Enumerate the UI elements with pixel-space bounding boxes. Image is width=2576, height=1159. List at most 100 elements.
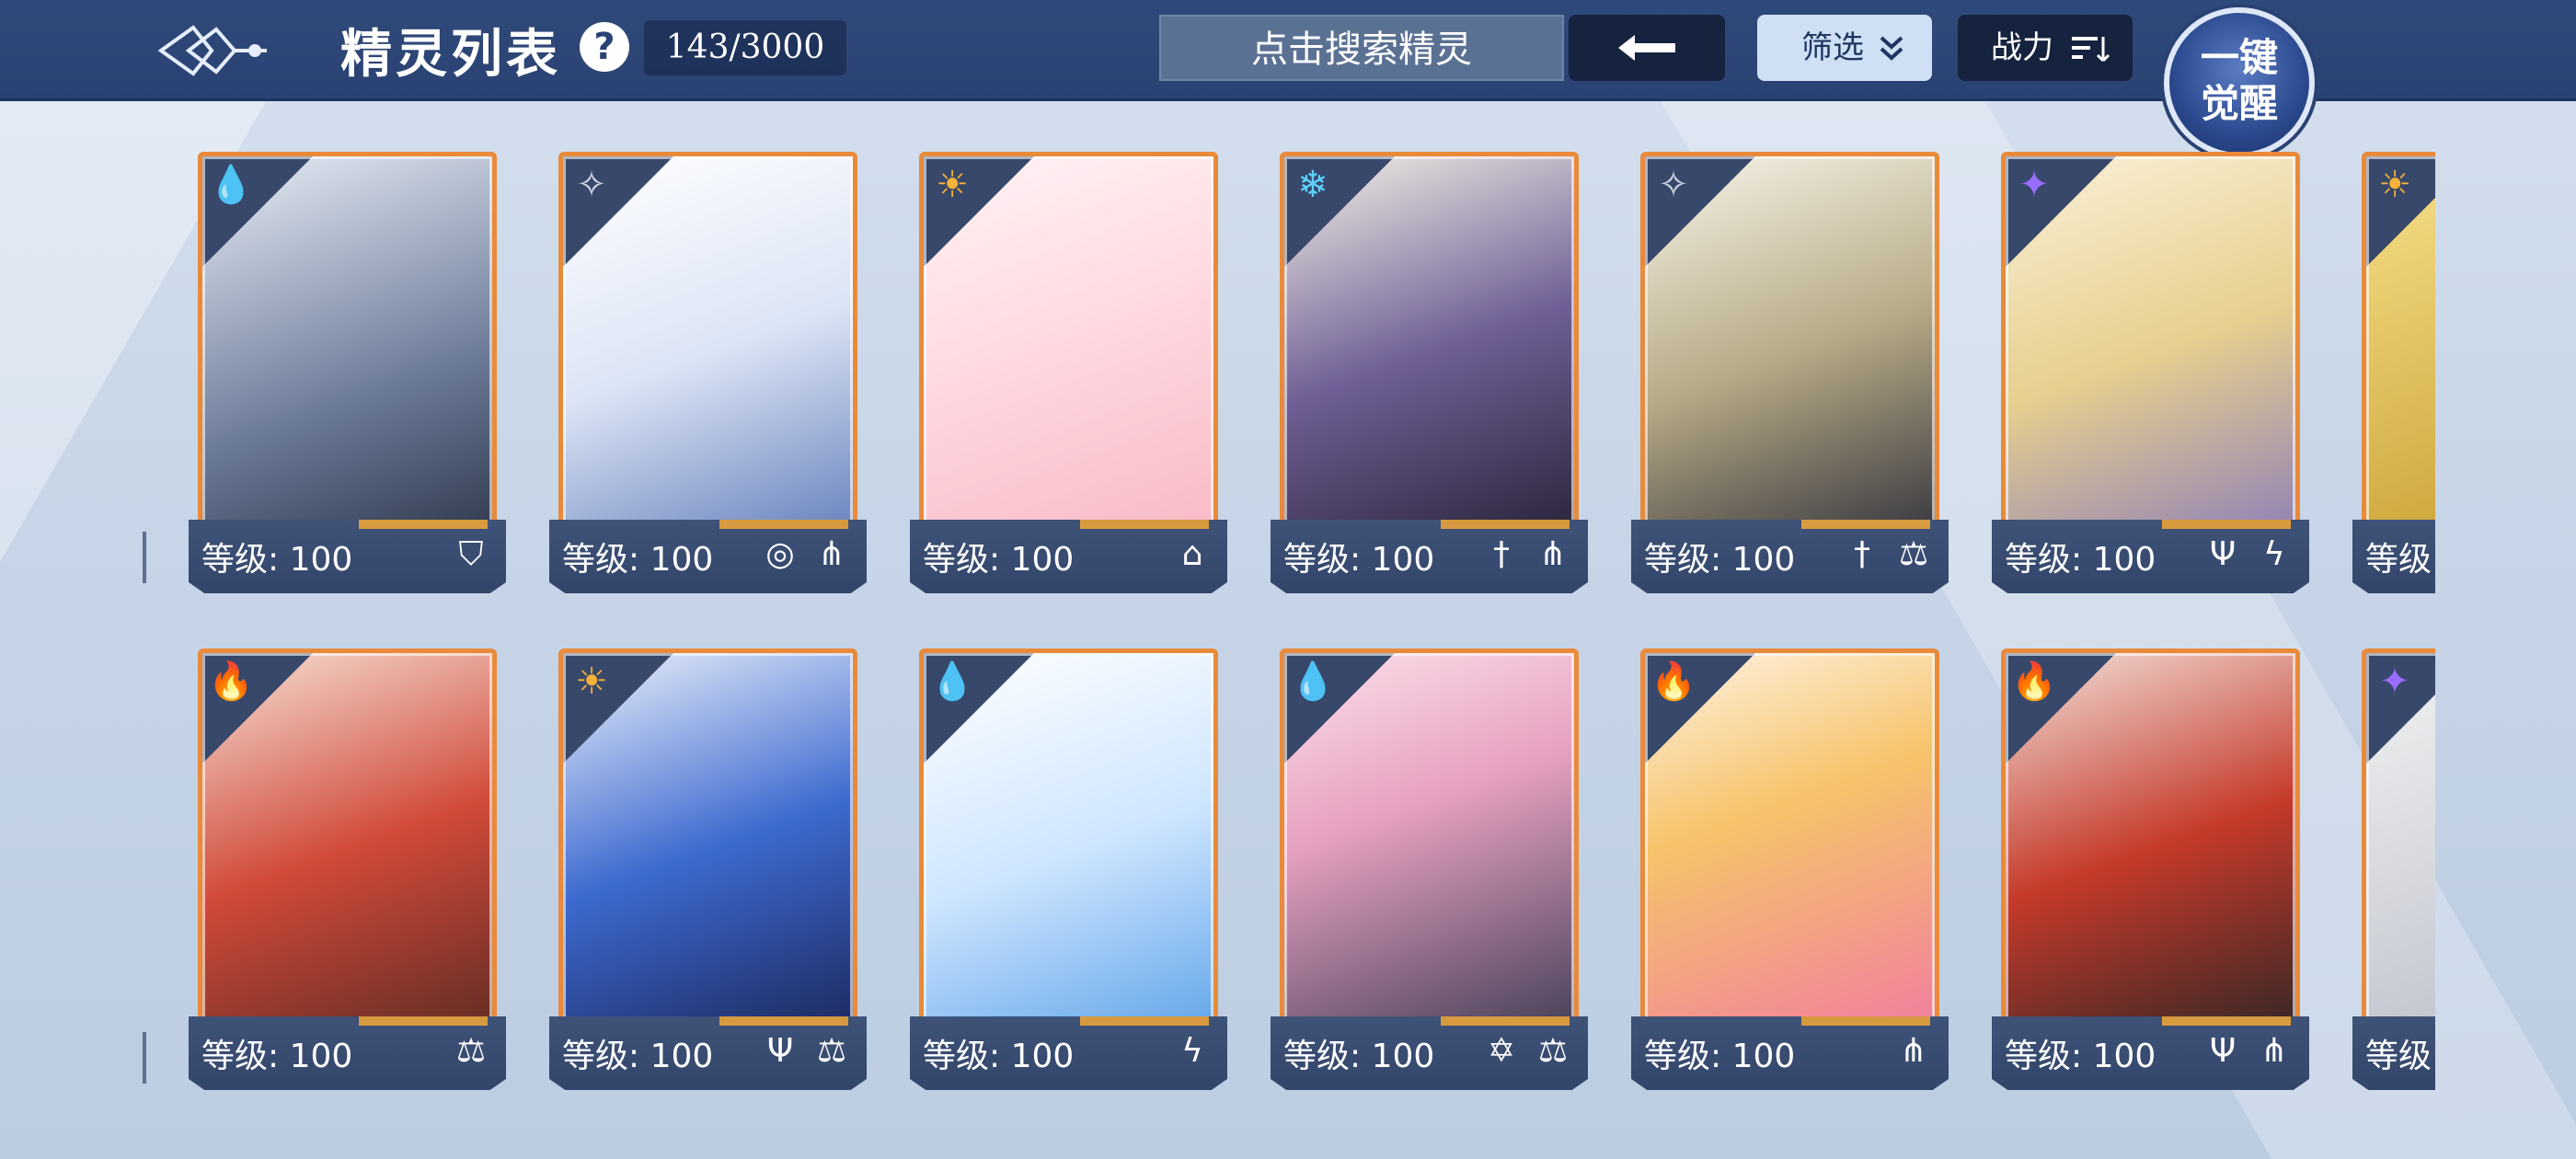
element-corner (1645, 653, 1755, 763)
claw-icon: ⋔ (2260, 1032, 2289, 1070)
element-corner (2366, 653, 2435, 763)
element-corner (2006, 156, 2116, 267)
skill-icons: ✡ ⚖ (1479, 1029, 1575, 1073)
spirit-card[interactable]: ☀ 等级: 100 ⌂ (910, 152, 1227, 602)
element-corner (1284, 653, 1395, 763)
element-corner (202, 653, 313, 763)
spirit-card[interactable]: ✦ 等级: 100 Ψϟ (1992, 152, 2309, 602)
spirit-portrait: ❄ (1280, 152, 1579, 557)
level-bar: 等级: 100 Ψϟ (1992, 520, 2309, 593)
neutral-icon: ✧ (576, 164, 607, 206)
level-label: 等级: 100 (1644, 1038, 1796, 1075)
level-bar: 等级: 100 † ⋔ (1271, 520, 1588, 593)
level-bar: 等级: 100 Ψ ⋔ (1992, 1016, 2309, 1090)
claw-icon: ⋔ (1538, 535, 1568, 573)
spirit-card[interactable]: ☀ 等级 (2352, 152, 2435, 602)
claw-icon: ⋔ (817, 535, 846, 573)
rank-strip (1801, 520, 1930, 529)
level-label: 等级: 100 (201, 1038, 353, 1075)
level-bar: 等级: 100 ⛉ (189, 520, 506, 593)
level-bar: 等级: 100 ⌂ (910, 520, 1227, 593)
spirit-card[interactable]: 🔥 等级: 100 ⋔ (1631, 648, 1949, 1099)
element-corner (1645, 156, 1755, 267)
rank-strip (719, 520, 848, 529)
spirit-portrait: 💧 (1280, 648, 1579, 1053)
spirit-card[interactable]: 🔥 等级: 100 Ψ ⋔ (1992, 648, 2309, 1099)
level-bar: 等级: 100 † ⚖ (1631, 520, 1949, 593)
skill-icons: Ψϟ (2201, 533, 2296, 577)
skill-icons: ⛉ (449, 533, 493, 577)
sword-icon: † (1493, 535, 1510, 573)
neutral-icon: ✧ (1658, 164, 1689, 206)
element-corner (202, 156, 313, 267)
rank-strip (1441, 520, 1570, 529)
spirit-card[interactable]: ☀ 等级: 100 Ψ ⚖ (549, 648, 867, 1099)
level-bar: 等级: 100 ⚖ (189, 1016, 506, 1090)
sword-icon: † (1854, 535, 1870, 573)
light-icon: ☀ (2378, 164, 2411, 206)
level-label: 等级: 100 (923, 541, 1075, 579)
level-label: 等级: 100 (2005, 1038, 2156, 1075)
vortex-icon: ◎ (765, 535, 795, 573)
rank-strip (2162, 1016, 2291, 1026)
skill-icons: ⋔ (1892, 1029, 1936, 1073)
skill-icons: ⚖ (449, 1029, 493, 1073)
skill-icons: † ⋔ (1479, 533, 1575, 577)
level-bar: 等级: 100 ◎ ⋔ (549, 520, 867, 593)
level-label: 等级 (2365, 541, 2432, 579)
spirit-card[interactable]: ✧ 等级: 100 ◎ ⋔ (549, 152, 867, 602)
spirit-grid: 💧 等级: 100 ⛉ ✧ 等级: 100 ◎ ⋔ ☀ 等级: 100 ⌂ ❄ 等级: 100 † ⋔ ✧ 等… (0, 0, 2576, 1159)
spirit-card[interactable]: 💧 等级: 100 ϟ (910, 648, 1227, 1099)
skill-icons: Ψ ⚖ (758, 1029, 854, 1073)
scale-icon: ⚖ (816, 1032, 847, 1070)
spirit-portrait: ✧ (558, 152, 857, 557)
rank-strip (719, 1016, 848, 1026)
spirit-card[interactable]: 💧 等级: 100 ✡ ⚖ (1271, 648, 1588, 1099)
scale-icon: ⚖ (455, 1032, 487, 1070)
spirit-portrait: ✧ (1640, 152, 1939, 557)
rank-strip (1441, 1016, 1570, 1026)
level-bar: 等级 (2352, 520, 2435, 593)
skill-icons: ◎ ⋔ (758, 533, 854, 577)
spirit-card[interactable]: ✦ 等级 (2352, 648, 2435, 1099)
level-label: 等级: 100 (1283, 541, 1435, 579)
level-label: 等级: 100 (1644, 541, 1796, 579)
skill-icons: ϟ (1170, 1029, 1214, 1073)
skill-icons: † ⚖ (1840, 533, 1936, 577)
level-label: 等级: 100 (562, 541, 714, 579)
element-corner (2366, 156, 2435, 267)
element-corner (563, 156, 673, 267)
lightning-icon: ϟ (1181, 1032, 1203, 1070)
spirit-portrait: 🔥 (198, 648, 497, 1053)
spirit-portrait: ✦ (2362, 648, 2435, 1053)
element-corner (563, 653, 673, 763)
rank-strip (359, 520, 488, 529)
level-label: 等级: 100 (201, 541, 353, 579)
level-label: 等级: 100 (1283, 1038, 1435, 1075)
spirit-card[interactable]: 💧 等级: 100 ⛉ (189, 152, 506, 602)
level-label: 等级: 100 (2005, 541, 2156, 579)
skill-icons: Ψ ⋔ (2201, 1029, 2296, 1073)
spirit-card[interactable]: ❄ 等级: 100 † ⋔ (1271, 152, 1588, 602)
dark-icon: ✦ (2018, 164, 2050, 206)
ice-icon: ❄ (1297, 164, 1328, 206)
rank-strip (2162, 520, 2291, 529)
trident-icon: Ψ (2209, 1032, 2237, 1070)
scale-icon: ⚖ (1537, 1032, 1569, 1070)
scale-icon: ⚖ (1898, 535, 1929, 573)
element-corner (1284, 156, 1395, 267)
rank-strip (1080, 1016, 1209, 1026)
claw-icon: ⋔ (1899, 1032, 1928, 1070)
level-label: 等级: 100 (562, 1038, 714, 1075)
water-icon: 💧 (208, 164, 254, 206)
spirit-card[interactable]: 🔥 等级: 100 ⚖ (189, 648, 506, 1099)
light-icon: ☀ (936, 164, 969, 206)
star-icon: ✡ (1487, 1032, 1516, 1070)
rank-strip (1801, 1016, 1930, 1026)
spirit-portrait: 💧 (919, 648, 1218, 1053)
light-icon: ☀ (575, 660, 608, 703)
spirit-portrait: ☀ (919, 152, 1218, 557)
spirit-card[interactable]: ✧ 等级: 100 † ⚖ (1631, 152, 1949, 602)
trident-icon: Ψ (766, 1032, 794, 1070)
level-bar: 等级: 100 ⋔ (1631, 1016, 1949, 1090)
